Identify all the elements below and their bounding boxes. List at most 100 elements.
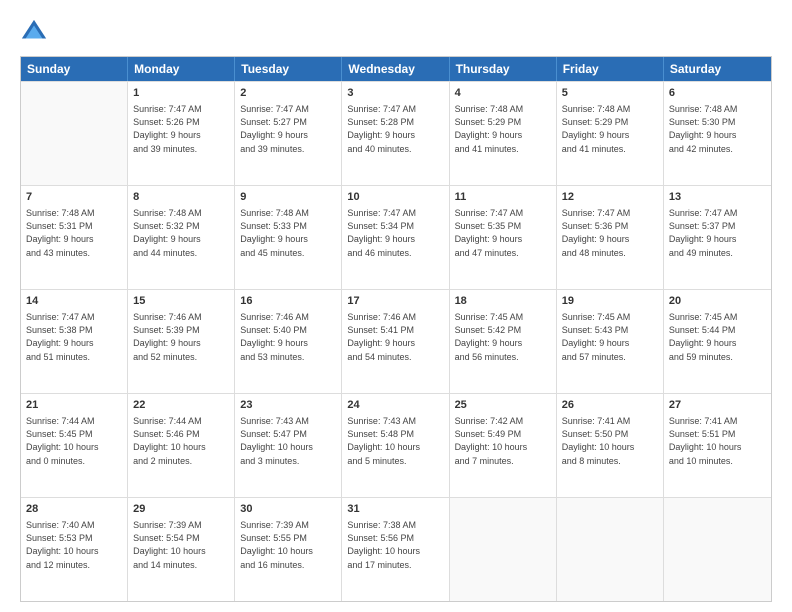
cell-line: Sunrise: 7:46 AM: [240, 311, 336, 324]
cell-line: Sunset: 5:36 PM: [562, 220, 658, 233]
cell-line: Sunset: 5:54 PM: [133, 532, 229, 545]
cell-line: Daylight: 9 hours: [26, 337, 122, 350]
cell-line: Sunrise: 7:41 AM: [562, 415, 658, 428]
calendar-cell: 14Sunrise: 7:47 AMSunset: 5:38 PMDayligh…: [21, 290, 128, 393]
calendar-cell: 8Sunrise: 7:48 AMSunset: 5:32 PMDaylight…: [128, 186, 235, 289]
day-number: 31: [347, 502, 443, 517]
cell-line: Daylight: 9 hours: [455, 337, 551, 350]
day-number: 25: [455, 398, 551, 413]
cell-line: Sunset: 5:47 PM: [240, 428, 336, 441]
cell-line: Sunrise: 7:39 AM: [133, 519, 229, 532]
cell-line: Sunset: 5:49 PM: [455, 428, 551, 441]
cell-line: Daylight: 9 hours: [26, 233, 122, 246]
cell-line: Sunset: 5:44 PM: [669, 324, 766, 337]
calendar-cell: 13Sunrise: 7:47 AMSunset: 5:37 PMDayligh…: [664, 186, 771, 289]
cell-line: Sunset: 5:32 PM: [133, 220, 229, 233]
calendar-cell: 3Sunrise: 7:47 AMSunset: 5:28 PMDaylight…: [342, 82, 449, 185]
logo: [20, 16, 52, 46]
day-number: 16: [240, 294, 336, 309]
calendar-cell: 11Sunrise: 7:47 AMSunset: 5:35 PMDayligh…: [450, 186, 557, 289]
cell-line: Sunrise: 7:48 AM: [455, 103, 551, 116]
cell-line: Sunset: 5:38 PM: [26, 324, 122, 337]
cell-line: Daylight: 10 hours: [26, 545, 122, 558]
day-number: 5: [562, 86, 658, 101]
cell-line: Sunrise: 7:44 AM: [26, 415, 122, 428]
cell-line: Sunrise: 7:46 AM: [347, 311, 443, 324]
calendar-cell: 31Sunrise: 7:38 AMSunset: 5:56 PMDayligh…: [342, 498, 449, 601]
calendar-header-cell: Saturday: [664, 57, 771, 81]
day-number: 4: [455, 86, 551, 101]
calendar-cell: 9Sunrise: 7:48 AMSunset: 5:33 PMDaylight…: [235, 186, 342, 289]
calendar-cell: 10Sunrise: 7:47 AMSunset: 5:34 PMDayligh…: [342, 186, 449, 289]
cell-line: Sunrise: 7:45 AM: [455, 311, 551, 324]
cell-line: Sunset: 5:55 PM: [240, 532, 336, 545]
cell-line: Daylight: 9 hours: [240, 337, 336, 350]
cell-line: Sunrise: 7:47 AM: [669, 207, 766, 220]
cell-line: Sunset: 5:42 PM: [455, 324, 551, 337]
cell-line: and 53 minutes.: [240, 351, 336, 364]
header: [20, 16, 772, 46]
day-number: 26: [562, 398, 658, 413]
cell-line: Sunrise: 7:48 AM: [562, 103, 658, 116]
cell-line: Sunset: 5:34 PM: [347, 220, 443, 233]
calendar-cell: 6Sunrise: 7:48 AMSunset: 5:30 PMDaylight…: [664, 82, 771, 185]
day-number: 24: [347, 398, 443, 413]
cell-line: and 17 minutes.: [347, 559, 443, 572]
day-number: 8: [133, 190, 229, 205]
cell-line: Sunset: 5:26 PM: [133, 116, 229, 129]
calendar-row: 7Sunrise: 7:48 AMSunset: 5:31 PMDaylight…: [21, 185, 771, 289]
day-number: 12: [562, 190, 658, 205]
calendar-header-cell: Tuesday: [235, 57, 342, 81]
calendar-row: 21Sunrise: 7:44 AMSunset: 5:45 PMDayligh…: [21, 393, 771, 497]
day-number: 19: [562, 294, 658, 309]
calendar-cell: [450, 498, 557, 601]
cell-line: Daylight: 10 hours: [240, 441, 336, 454]
cell-line: Sunrise: 7:45 AM: [669, 311, 766, 324]
cell-line: Daylight: 9 hours: [455, 233, 551, 246]
day-number: 3: [347, 86, 443, 101]
cell-line: Daylight: 10 hours: [133, 545, 229, 558]
day-number: 20: [669, 294, 766, 309]
cell-line: Sunset: 5:46 PM: [133, 428, 229, 441]
calendar-cell: 22Sunrise: 7:44 AMSunset: 5:46 PMDayligh…: [128, 394, 235, 497]
calendar-cell: 27Sunrise: 7:41 AMSunset: 5:51 PMDayligh…: [664, 394, 771, 497]
calendar-header-cell: Thursday: [450, 57, 557, 81]
calendar-cell: 25Sunrise: 7:42 AMSunset: 5:49 PMDayligh…: [450, 394, 557, 497]
day-number: 21: [26, 398, 122, 413]
calendar-cell: 1Sunrise: 7:47 AMSunset: 5:26 PMDaylight…: [128, 82, 235, 185]
cell-line: Sunset: 5:28 PM: [347, 116, 443, 129]
cell-line: Sunrise: 7:41 AM: [669, 415, 766, 428]
day-number: 23: [240, 398, 336, 413]
calendar-cell: [664, 498, 771, 601]
cell-line: Daylight: 9 hours: [669, 233, 766, 246]
cell-line: and 16 minutes.: [240, 559, 336, 572]
calendar-cell: 16Sunrise: 7:46 AMSunset: 5:40 PMDayligh…: [235, 290, 342, 393]
cell-line: and 3 minutes.: [240, 455, 336, 468]
cell-line: Sunrise: 7:47 AM: [240, 103, 336, 116]
cell-line: Sunrise: 7:47 AM: [347, 207, 443, 220]
calendar-header-cell: Sunday: [21, 57, 128, 81]
cell-line: and 0 minutes.: [26, 455, 122, 468]
calendar-cell: 23Sunrise: 7:43 AMSunset: 5:47 PMDayligh…: [235, 394, 342, 497]
calendar-body: 1Sunrise: 7:47 AMSunset: 5:26 PMDaylight…: [21, 81, 771, 601]
calendar-cell: 12Sunrise: 7:47 AMSunset: 5:36 PMDayligh…: [557, 186, 664, 289]
cell-line: Sunrise: 7:48 AM: [240, 207, 336, 220]
cell-line: Sunrise: 7:39 AM: [240, 519, 336, 532]
cell-line: Daylight: 10 hours: [347, 441, 443, 454]
day-number: 27: [669, 398, 766, 413]
cell-line: Sunset: 5:39 PM: [133, 324, 229, 337]
day-number: 7: [26, 190, 122, 205]
day-number: 6: [669, 86, 766, 101]
cell-line: Sunset: 5:31 PM: [26, 220, 122, 233]
cell-line: Sunrise: 7:44 AM: [133, 415, 229, 428]
day-number: 29: [133, 502, 229, 517]
day-number: 14: [26, 294, 122, 309]
cell-line: Sunrise: 7:47 AM: [133, 103, 229, 116]
day-number: 2: [240, 86, 336, 101]
cell-line: and 43 minutes.: [26, 247, 122, 260]
cell-line: Sunrise: 7:43 AM: [347, 415, 443, 428]
calendar-cell: 26Sunrise: 7:41 AMSunset: 5:50 PMDayligh…: [557, 394, 664, 497]
cell-line: Sunset: 5:29 PM: [562, 116, 658, 129]
cell-line: and 42 minutes.: [669, 143, 766, 156]
cell-line: Daylight: 10 hours: [347, 545, 443, 558]
